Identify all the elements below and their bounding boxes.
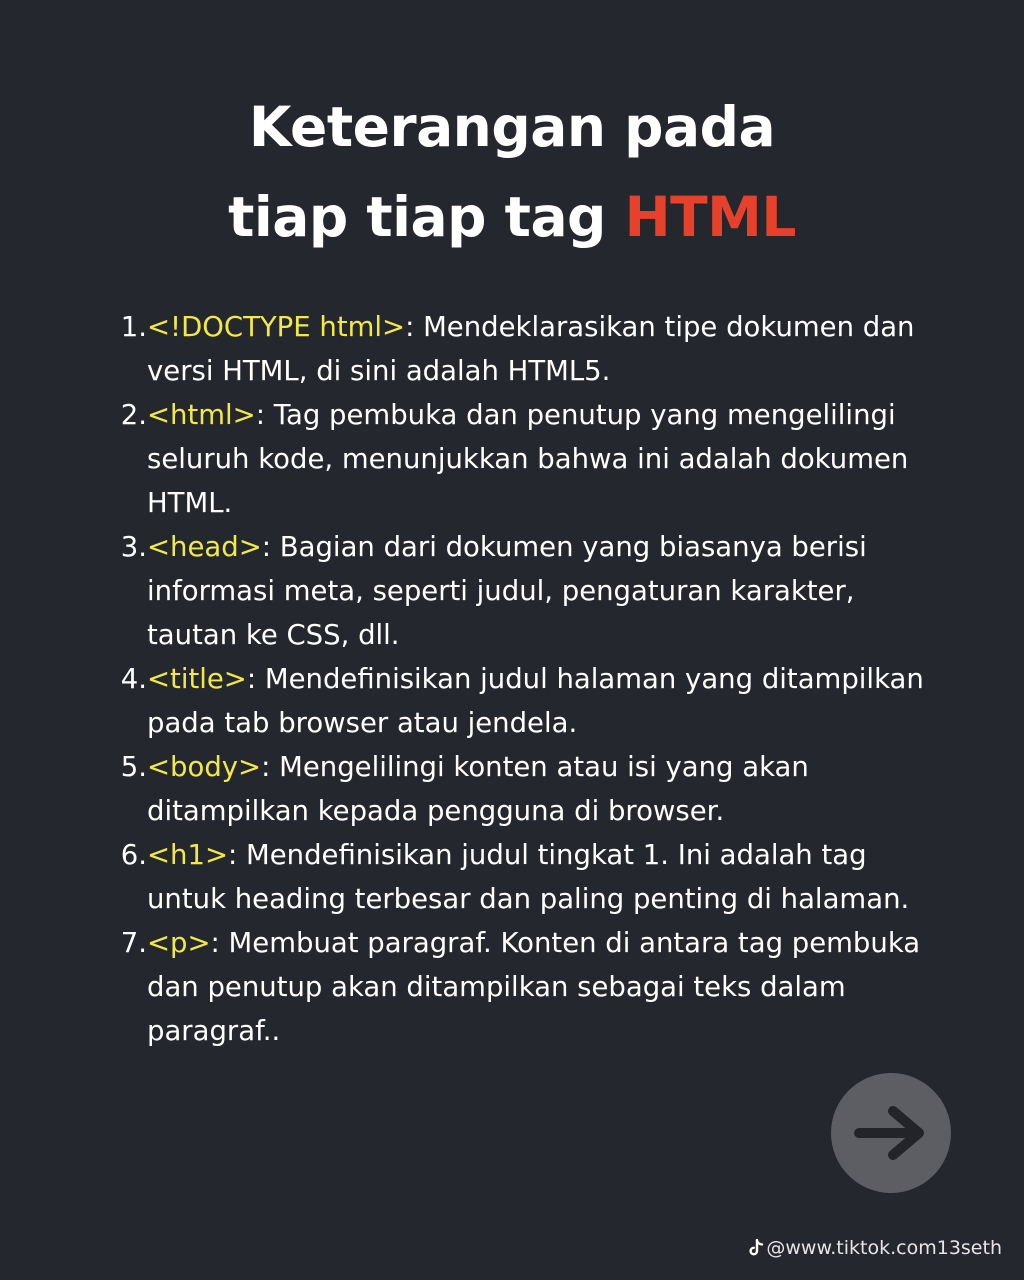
- list-item: 4. <title>: Mendefinisikan judul halaman …: [110, 657, 940, 745]
- item-tag: <!DOCTYPE html>: [147, 311, 406, 343]
- list-item: 2. <html>: Tag pembuka dan penutup yang m…: [110, 393, 940, 525]
- item-tag: <h1>: [147, 839, 229, 871]
- item-number: 3.: [120, 531, 147, 563]
- item-tag: <body>: [147, 751, 262, 783]
- item-number: 7.: [120, 927, 147, 959]
- watermark-text: @www.tiktok.com13seth: [766, 1237, 1002, 1259]
- list-item: 3. <head>: Bagian dari dokumen yang biasa…: [110, 525, 940, 657]
- item-number: 4.: [120, 663, 147, 695]
- item-description: : Tag pembuka dan penutup yang mengelili…: [147, 399, 909, 519]
- item-description: : Membuat paragraf. Konten di antara tag…: [147, 927, 921, 1047]
- item-number: 6.: [120, 839, 147, 871]
- title-accent: HTML: [624, 185, 797, 249]
- item-tag: <html>: [147, 399, 256, 431]
- page-title: Keterangan pada tiap tiap tag HTML: [0, 82, 1024, 262]
- item-number: 2.: [120, 399, 147, 431]
- item-tag: <head>: [147, 531, 262, 563]
- item-description: : Mendefinisikan judul tingkat 1. Ini ad…: [147, 839, 910, 915]
- item-description: : Mendefinisikan judul halaman yang dita…: [147, 663, 924, 739]
- title-line-2: tiap tiap tag HTML: [0, 172, 1024, 262]
- watermark: @www.tiktok.com13seth: [748, 1237, 1002, 1259]
- title-line-2-text: tiap tiap tag: [228, 185, 625, 249]
- item-number: 1.: [120, 311, 147, 343]
- item-tag: <title>: [147, 663, 247, 695]
- arrow-right-icon: [854, 1106, 924, 1160]
- list-item: 7. <p>: Membuat paragraf. Konten di antar…: [110, 921, 940, 1053]
- next-button[interactable]: [831, 1073, 951, 1193]
- list-item: 6. <h1>: Mendefinisikan judul tingkat 1. …: [110, 833, 940, 921]
- tag-list: 1. <!DOCTYPE html>: Mendeklarasikan tipe …: [110, 305, 940, 1053]
- item-number: 5.: [120, 751, 147, 783]
- item-tag: <p>: [147, 927, 211, 959]
- title-line-1: Keterangan pada: [248, 95, 776, 159]
- list-item: 1. <!DOCTYPE html>: Mendeklarasikan tipe …: [110, 305, 940, 393]
- list-item: 5. <body>: Mengelilingi konten atau isi y…: [110, 745, 940, 833]
- tiktok-icon: [749, 1239, 764, 1256]
